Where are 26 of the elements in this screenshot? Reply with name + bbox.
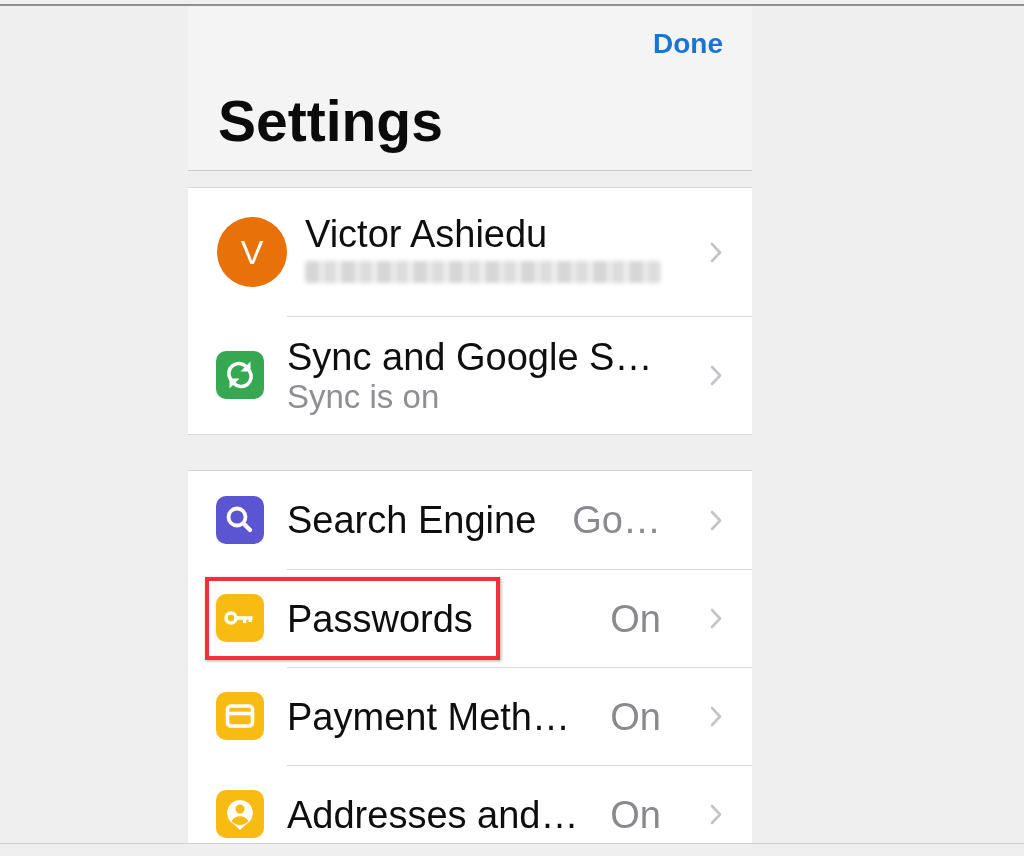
settings-row[interactable]: Sync and Google S… Sync is on [188,316,752,434]
row-value: On [610,695,661,738]
row-value: On [610,597,661,640]
settings-row[interactable]: Search Engine Go… [188,471,752,569]
account-name: Victor Ashiedu [305,213,548,255]
row-value: Go… [572,499,661,541]
chevron-icon [710,509,722,531]
row-title: Search Engine [287,499,537,541]
row-title: Payment Meth… [287,695,570,738]
account-row[interactable]: V Victor Ashiedu [188,188,752,316]
settings-row[interactable]: Addresses and… On [188,765,752,843]
avatar-initial: V [217,217,287,287]
row-value: On [610,793,661,836]
row-title: Sync and Google S… [287,335,653,378]
chevron-icon [710,365,722,386]
done-button[interactable]: Done [653,27,723,61]
chevron-icon [710,608,722,629]
row-subtitle: Sync is on [287,377,440,416]
row-title: Addresses and… [287,793,579,836]
chevron-icon [710,241,722,263]
chevron-icon [710,804,722,825]
settings-row[interactable]: Passwords On [188,569,752,667]
settings-row[interactable]: Payment Meth… On [188,667,752,765]
chevron-icon [710,706,722,727]
page-title: Settings [218,88,443,155]
row-title: Passwords [287,597,473,640]
